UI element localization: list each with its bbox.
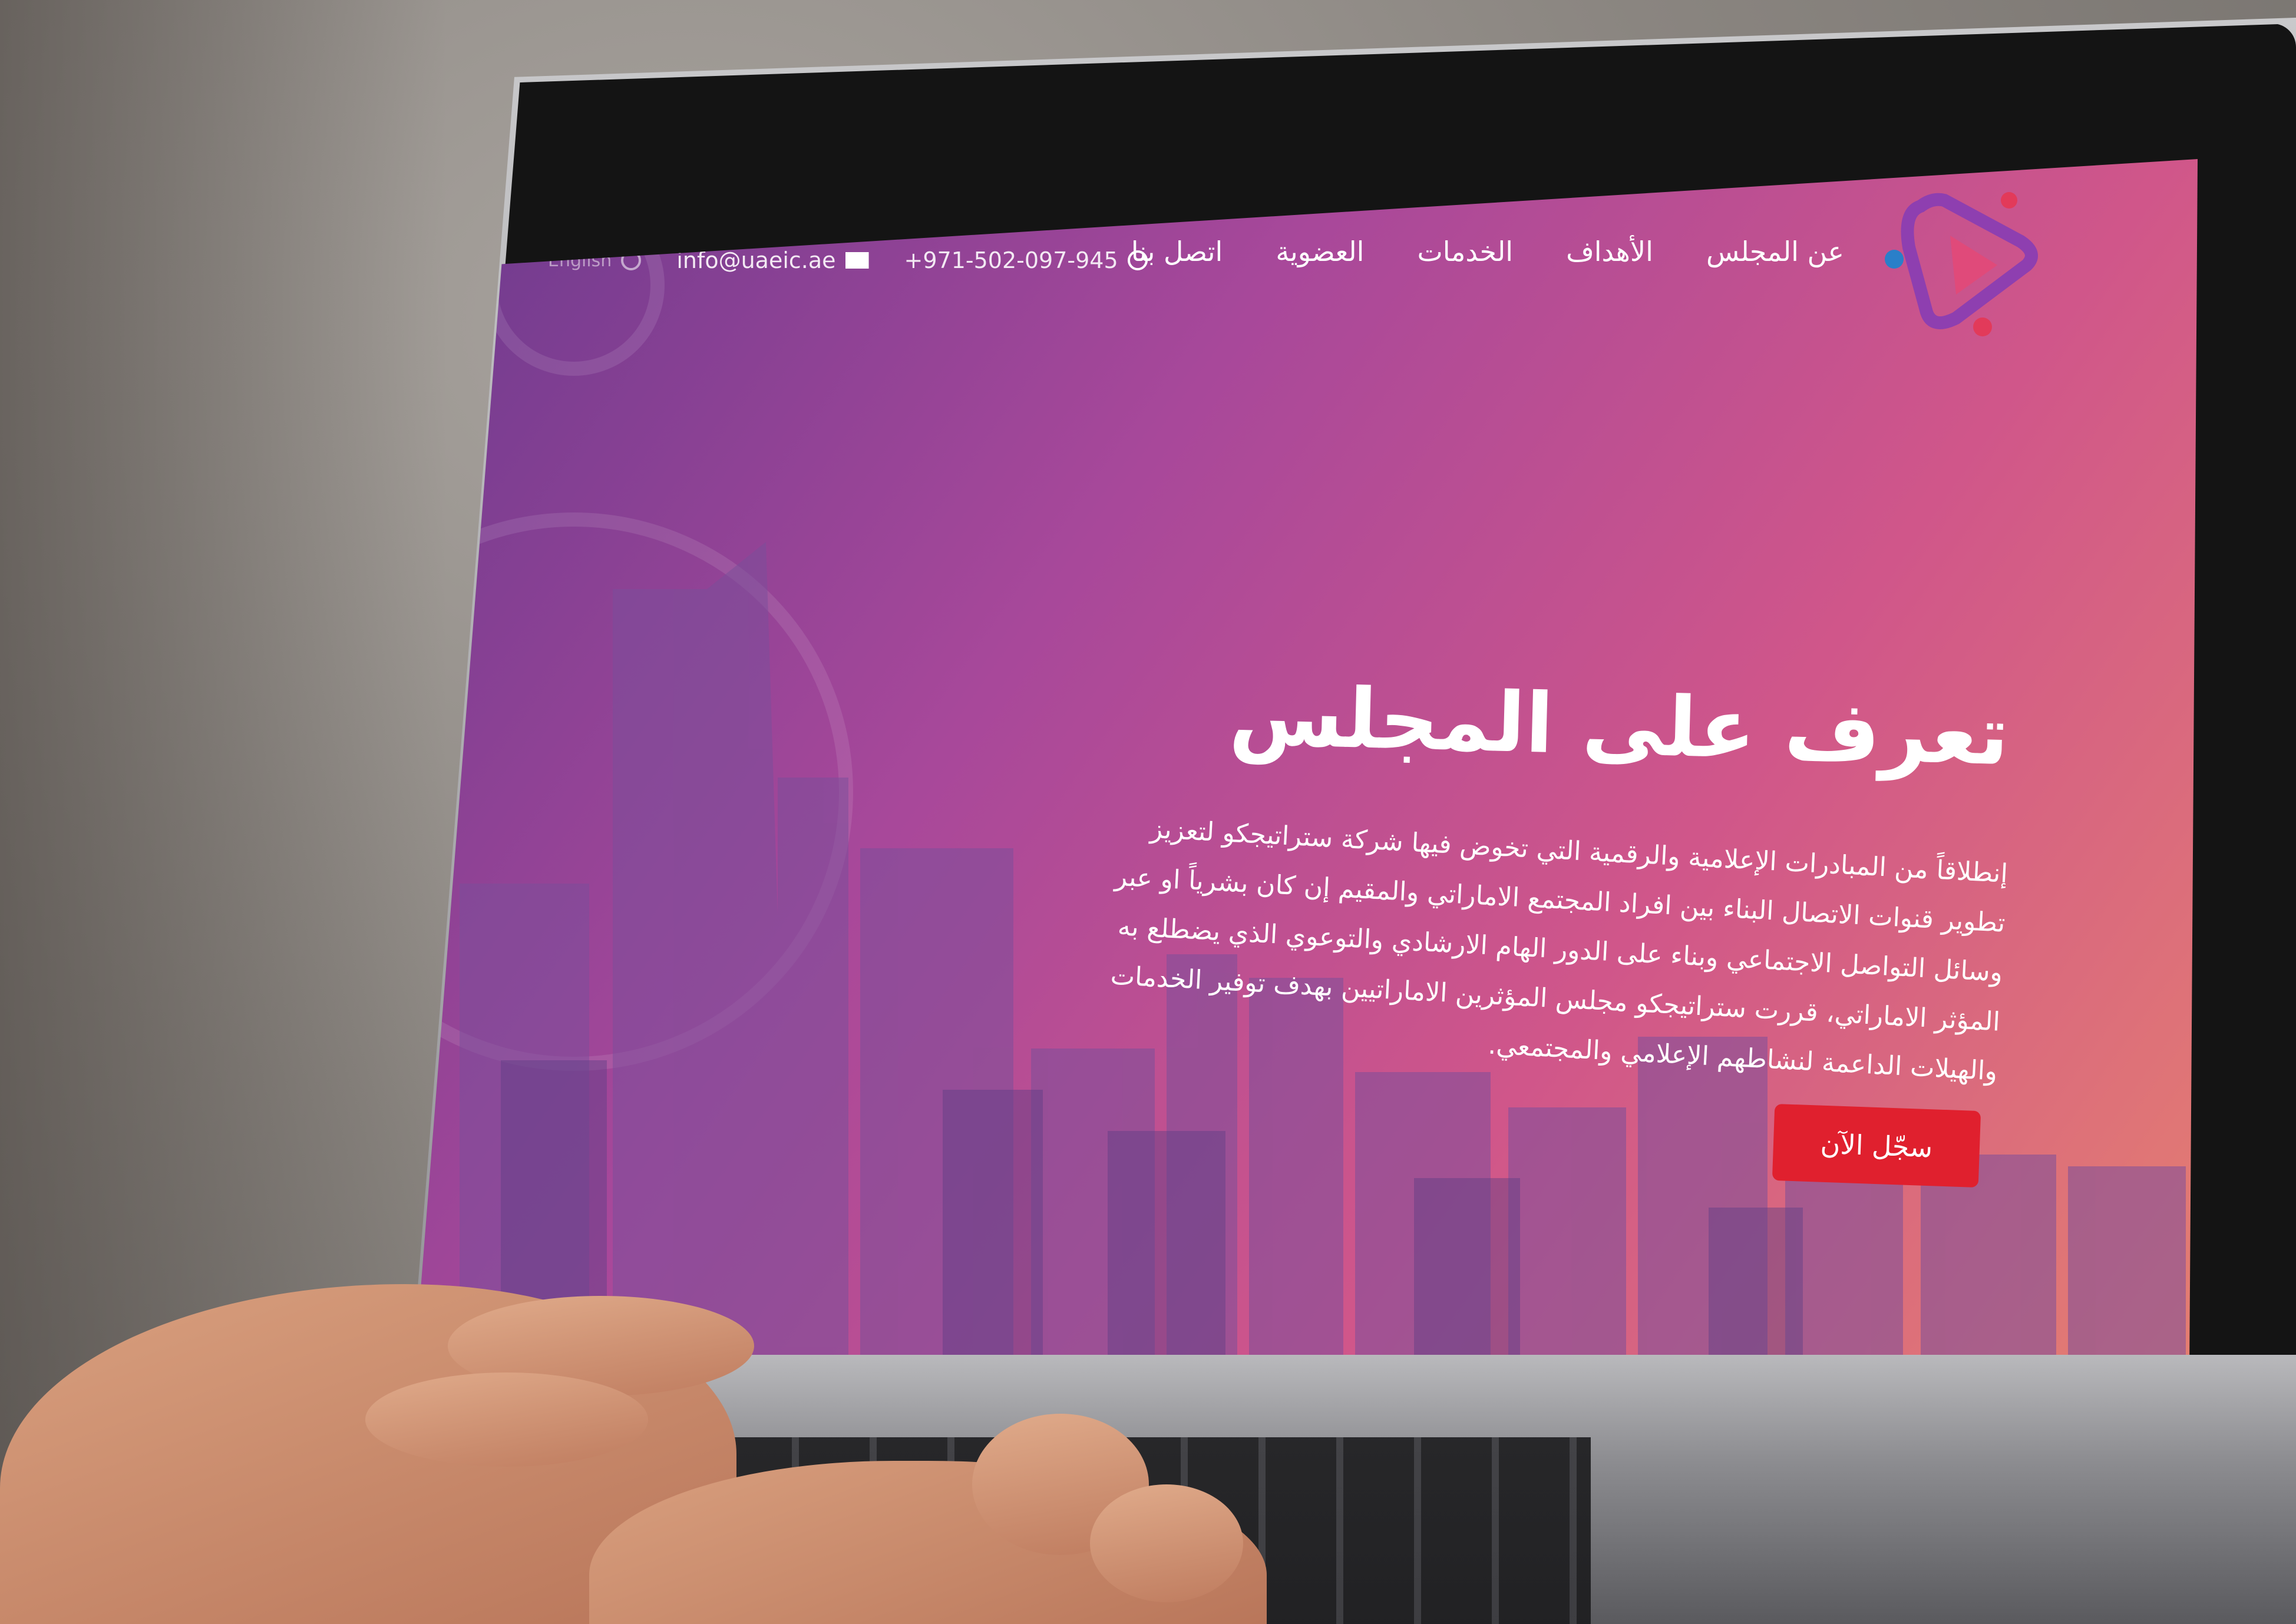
phone-link[interactable]: +971-502-097-945 xyxy=(904,247,1148,273)
hero-description: إنطلاقاً من المبادرات الإعلامية والرقمية… xyxy=(1055,800,2009,1096)
nav-item-services[interactable]: الخدمات xyxy=(1417,236,1513,267)
nav-item-goals[interactable]: الأهداف xyxy=(1566,236,1653,267)
nav-item-about[interactable]: عن المجلس xyxy=(1706,236,1844,267)
phone-label: +971-502-097-945 xyxy=(904,247,1118,273)
laptop-screen: عن المجلس الأهداف الخدمات العضوية اتصل ب… xyxy=(412,159,2198,1473)
left-finger xyxy=(365,1372,648,1467)
nav-item-membership[interactable]: العضوية xyxy=(1276,236,1364,267)
mail-icon xyxy=(845,252,869,269)
play-logo[interactable] xyxy=(1879,183,2056,348)
right-finger xyxy=(1090,1484,1243,1602)
register-button[interactable]: سجّل الآن xyxy=(1772,1103,1981,1188)
main-nav: عن المجلس الأهداف الخدمات العضوية اتصل ب… xyxy=(1131,236,1844,267)
whatsapp-icon xyxy=(1127,250,1148,270)
